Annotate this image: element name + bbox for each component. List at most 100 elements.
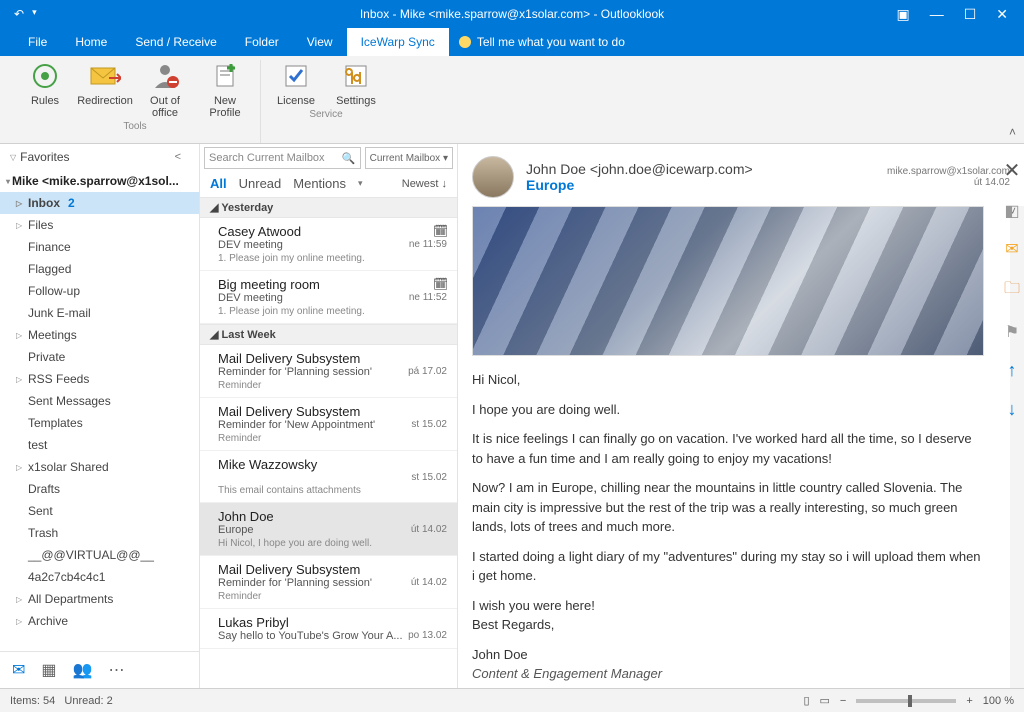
folder-item[interactable]: Templates bbox=[0, 412, 199, 434]
folder-item[interactable]: Finance bbox=[0, 236, 199, 258]
calendar-view-icon[interactable]: ▦ bbox=[41, 660, 56, 680]
tab-icewarp-sync[interactable]: IceWarp Sync bbox=[347, 28, 449, 56]
move-icon[interactable]: 🗀 bbox=[1004, 277, 1020, 304]
folder-label: Private bbox=[28, 350, 65, 364]
maximize-icon[interactable]: ☐ bbox=[964, 6, 977, 23]
new-profile-button[interactable]: New Profile bbox=[200, 60, 250, 119]
message-subject: DEV meeting bbox=[218, 239, 283, 251]
tab-view[interactable]: View bbox=[293, 28, 347, 56]
people-view-icon[interactable]: 👥 bbox=[73, 660, 93, 680]
filter-mentions[interactable]: Mentions bbox=[293, 176, 346, 191]
search-input[interactable]: Search Current Mailbox 🔍 bbox=[204, 147, 361, 169]
close-icon[interactable]: ✕ bbox=[996, 6, 1008, 23]
search-scope-dropdown[interactable]: Current Mailbox ▾ bbox=[365, 147, 453, 169]
message-group-header[interactable]: ◢ Last Week bbox=[200, 324, 457, 345]
folder-item[interactable]: Trash bbox=[0, 522, 199, 544]
mark-unread-icon[interactable]: ◧ bbox=[1004, 201, 1019, 221]
message-preview: Reminder bbox=[218, 431, 447, 444]
folder-item[interactable]: ▷All Departments bbox=[0, 588, 199, 610]
window-controls: ▣ — ☐ ✕ bbox=[896, 6, 1024, 23]
filter-dropdown-icon[interactable]: ▾ bbox=[358, 178, 363, 189]
message-item[interactable]: Mail Delivery SubsystemReminder for 'Pla… bbox=[200, 556, 457, 609]
folder-item[interactable]: Junk E-mail bbox=[0, 302, 199, 324]
tab-folder[interactable]: Folder bbox=[231, 28, 293, 56]
minimize-icon[interactable]: — bbox=[930, 6, 944, 23]
folder-item[interactable]: 4a2c7cb4c4c1 bbox=[0, 566, 199, 588]
message-item[interactable]: Mail Delivery SubsystemReminder for 'Pla… bbox=[200, 345, 457, 398]
flag-icon[interactable]: ⚑ bbox=[1005, 322, 1019, 342]
folder-item[interactable]: __@@VIRTUAL@@__ bbox=[0, 544, 199, 566]
more-views-icon[interactable]: ⋯ bbox=[108, 660, 124, 680]
zoom-out-icon[interactable]: − bbox=[840, 695, 846, 707]
folder-label: __@@VIRTUAL@@__ bbox=[28, 548, 154, 562]
account-header[interactable]: ▾ Mike <mike.sparrow@x1sol... bbox=[0, 170, 199, 192]
message-item[interactable]: Casey AtwoodDEV meetingne 11:591. Please… bbox=[200, 218, 457, 271]
message-item[interactable]: Big meeting roomDEV meetingne 11:521. Pl… bbox=[200, 271, 457, 324]
folder-label: Flagged bbox=[28, 262, 71, 276]
message-date: po 13.02 bbox=[408, 630, 447, 642]
ribbon-display-icon[interactable]: ▣ bbox=[896, 6, 909, 23]
next-icon[interactable]: ↓ bbox=[1008, 399, 1017, 420]
view-reading-icon[interactable]: ▭ bbox=[820, 694, 830, 707]
folder-item[interactable]: ▷Files bbox=[0, 214, 199, 236]
folder-item[interactable]: ▷Meetings bbox=[0, 324, 199, 346]
folder-label: Drafts bbox=[28, 482, 60, 496]
folder-item[interactable]: ▷x1solar Shared bbox=[0, 456, 199, 478]
reply-icon[interactable]: ✉ bbox=[1005, 239, 1018, 259]
rules-button[interactable]: Rules bbox=[20, 60, 70, 119]
chevron-right-icon: ▷ bbox=[16, 595, 24, 604]
reading-from: John Doe <john.doe@icewarp.com> bbox=[526, 161, 875, 177]
rules-icon bbox=[29, 60, 61, 92]
previous-icon[interactable]: ↑ bbox=[1008, 360, 1017, 381]
ribbon-collapse-icon[interactable]: ˄ bbox=[1009, 125, 1016, 139]
rules-label: Rules bbox=[31, 95, 59, 107]
message-subject: Say hello to YouTube's Grow Your A... bbox=[218, 630, 403, 642]
zoom-slider[interactable] bbox=[856, 699, 956, 703]
tab-file[interactable]: File bbox=[14, 28, 61, 56]
message-item[interactable]: John DoeEuropeút 14.02Hi Nicol, I hope y… bbox=[200, 503, 457, 556]
settings-button[interactable]: Settings bbox=[331, 60, 381, 107]
message-item[interactable]: Mail Delivery SubsystemReminder for 'New… bbox=[200, 398, 457, 451]
redirection-button[interactable]: Redirection bbox=[80, 60, 130, 119]
message-list-pane: Search Current Mailbox 🔍 Current Mailbox… bbox=[200, 144, 458, 688]
window-title: Inbox - Mike <mike.sparrow@x1solar.com> … bbox=[360, 7, 664, 21]
message-group-header[interactable]: ◢ Yesterday bbox=[200, 197, 457, 218]
license-button[interactable]: License bbox=[271, 60, 321, 107]
folder-item[interactable]: Follow-up bbox=[0, 280, 199, 302]
message-item[interactable]: Lukas PribylSay hello to YouTube's Grow … bbox=[200, 609, 457, 649]
mail-view-icon[interactable]: ✉ bbox=[12, 660, 25, 680]
signature-title: Content & Engagement Manager bbox=[472, 664, 984, 684]
tab-home[interactable]: Home bbox=[61, 28, 121, 56]
search-icon[interactable]: 🔍 bbox=[342, 152, 356, 165]
tell-me[interactable]: Tell me what you want to do bbox=[459, 35, 625, 49]
zoom-level: 100 % bbox=[983, 695, 1014, 707]
filter-all[interactable]: All bbox=[210, 176, 227, 191]
folder-item[interactable]: Private bbox=[0, 346, 199, 368]
folder-item[interactable]: Sent Messages bbox=[0, 390, 199, 412]
bulb-icon bbox=[459, 36, 471, 48]
sort-dropdown[interactable]: Newest ↓ bbox=[402, 178, 447, 190]
folder-label: Inbox bbox=[28, 196, 60, 210]
message-item[interactable]: Mike Wazzowskyst 15.02This email contain… bbox=[200, 451, 457, 503]
folder-item[interactable]: Sent bbox=[0, 500, 199, 522]
message-date: st 15.02 bbox=[411, 472, 447, 483]
favorites-header[interactable]: ▽ Favorites < bbox=[0, 144, 199, 170]
folder-item[interactable]: ▷RSS Feeds bbox=[0, 368, 199, 390]
folder-item[interactable]: ▷Inbox2 bbox=[0, 192, 199, 214]
title-bar: ↶ ▾ Inbox - Mike <mike.sparrow@x1solar.c… bbox=[0, 0, 1024, 28]
undo-icon[interactable]: ↶ bbox=[14, 7, 24, 21]
folder-item[interactable]: test bbox=[0, 434, 199, 456]
out-of-office-icon bbox=[149, 60, 181, 92]
folder-item[interactable]: Drafts bbox=[0, 478, 199, 500]
pane-collapse-icon[interactable]: < bbox=[175, 151, 189, 163]
folder-item[interactable]: ▷Archive bbox=[0, 610, 199, 632]
zoom-in-icon[interactable]: + bbox=[966, 695, 972, 707]
tab-send-receive[interactable]: Send / Receive bbox=[121, 28, 230, 56]
out-of-office-button[interactable]: Out of office bbox=[140, 60, 190, 119]
search-placeholder: Search Current Mailbox bbox=[209, 152, 325, 164]
delete-icon[interactable]: ✕ bbox=[1004, 158, 1021, 183]
filter-unread[interactable]: Unread bbox=[239, 176, 282, 191]
qat-dropdown-icon[interactable]: ▾ bbox=[32, 7, 37, 21]
view-normal-icon[interactable]: ▯ bbox=[803, 694, 809, 707]
folder-item[interactable]: Flagged bbox=[0, 258, 199, 280]
